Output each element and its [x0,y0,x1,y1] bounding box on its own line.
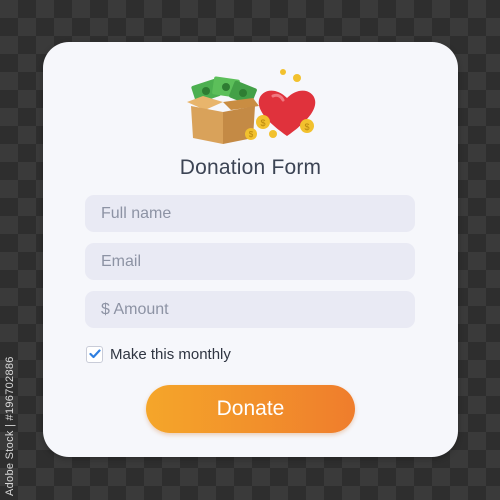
svg-text:$: $ [260,118,265,128]
form-title: Donation Form [179,156,322,179]
donation-form-card: $ $ $ Donation Form Make this monthly Do… [43,42,458,457]
donation-illustration: $ $ $ [187,69,316,144]
checkmark-icon [88,349,101,359]
monthly-label: Make this monthly [110,345,231,363]
monthly-option[interactable]: Make this monthly [86,344,231,364]
svg-text:$: $ [249,130,254,139]
svg-text:$: $ [304,122,309,132]
email-field[interactable] [85,243,415,280]
monthly-checkbox[interactable] [86,345,103,363]
stock-id-watermark: Adobe Stock | #196702886 [4,356,16,496]
full-name-field[interactable] [85,195,415,232]
amount-field[interactable] [85,291,415,328]
donate-button[interactable]: Donate [146,385,355,433]
